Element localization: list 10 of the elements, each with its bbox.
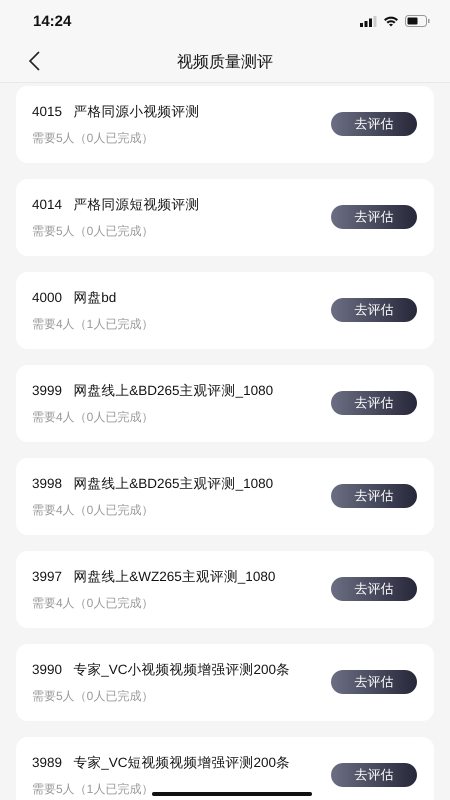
task-title: 4015 严格同源小视频评测 [32,102,200,120]
clock-time: 14:24 [33,12,72,30]
task-title: 3997 网盘线上&WZ265主观评测_1080 [32,568,276,586]
page-title: 视频质量测评 [177,52,273,72]
task-title: 3998 网盘线上&BD265主观评测_1080 [32,474,274,492]
task-title: 3999 网盘线上&BD265主观评测_1080 [32,382,274,400]
task-title: 3990 专家_VC小视频视频增强评测200条 [32,660,290,678]
task-title: 4014 严格同源短视频评测 [32,196,200,214]
task-title: 3989 专家_VC短视频视频增强评测200条 [32,754,290,772]
task-title: 4000 网盘bd [32,288,116,306]
